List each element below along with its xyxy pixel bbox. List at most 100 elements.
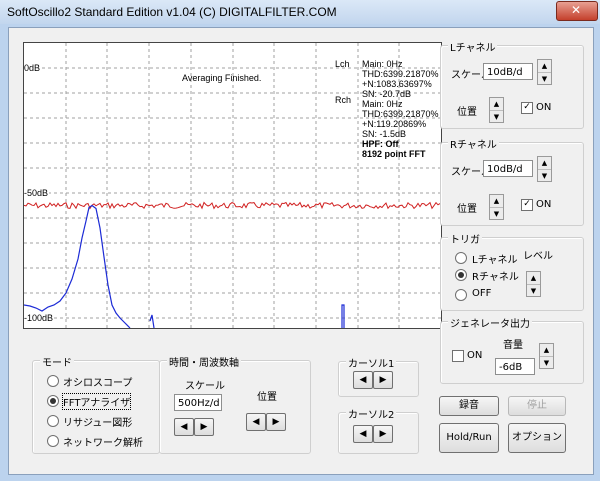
lch-group: Lチャネル スケール 10dB/d ▲ ▼ 位置 ▲ ▼ ✓ ON: [440, 39, 584, 129]
close-icon: ✕: [571, 3, 582, 17]
trigger-off-label: OFF: [472, 288, 492, 299]
rch-on-checkbox[interactable]: ✓: [521, 199, 533, 211]
rch-group: Rチャネル スケール 10dB/d ▲ ▼ 位置 ▲ ▼ ✓ ON: [440, 136, 584, 226]
time-axis-group-title: 時間・周波数軸: [167, 354, 241, 369]
volume-field[interactable]: -6dB: [495, 358, 535, 375]
trigger-lch-label: Lチャネル: [472, 255, 518, 266]
time-pos-right-button[interactable]: ▶: [266, 413, 286, 431]
title-bar: SoftOscillo2 Standard Edition v1.04 (C) …: [0, 0, 600, 24]
mode-lissajous-radio[interactable]: [47, 415, 59, 427]
left-channel-trace: [24, 204, 131, 328]
time-scale-label: スケール: [185, 381, 225, 392]
cursor2-left-button[interactable]: ◀: [353, 425, 373, 443]
lch-group-title: Lチャネル: [448, 39, 498, 54]
mode-fft-radio[interactable]: [47, 395, 59, 407]
down-icon[interactable]: ▼: [538, 169, 551, 182]
trigger-group: トリガ Lチャネル Rチャネル OFF レベル ▲ ▼: [440, 231, 584, 311]
hold-run-button[interactable]: Hold/Run: [439, 423, 499, 453]
close-button[interactable]: ✕: [556, 1, 598, 21]
down-icon[interactable]: ▼: [490, 110, 503, 123]
cursor1-left-button[interactable]: ◀: [353, 371, 373, 389]
mode-fft-label: FFTアナライザ: [61, 393, 132, 410]
left-icon: ◀: [359, 375, 367, 385]
mode-group: モード オシロスコープ FFTアナライザ リサジュー図形 ネットワーク解析: [32, 354, 160, 454]
cursor1-group-title: カーソル1: [346, 355, 397, 370]
mode-lissajous-label: リサジュー図形: [63, 418, 133, 429]
up-icon[interactable]: ▲: [527, 272, 540, 284]
trigger-level-spinner[interactable]: ▲ ▼: [526, 271, 541, 297]
trigger-rch-radio[interactable]: [455, 269, 467, 281]
left-channel-trace-fragment: [149, 314, 155, 328]
lch-pos-spinner[interactable]: ▲ ▼: [489, 97, 504, 123]
trigger-level-label: レベル: [523, 251, 553, 262]
up-icon[interactable]: ▲: [490, 98, 503, 110]
rch-on-label: ON: [536, 199, 552, 210]
up-icon[interactable]: ▲: [538, 157, 551, 169]
cursor2-group: カーソル2 ◀ ▶: [338, 406, 419, 454]
generator-on-label: ON: [467, 350, 483, 361]
app-client-area: 0dB -50dB -100dB Averaging Finished. Lch…: [8, 27, 594, 475]
rch-scale-field[interactable]: 10dB/d: [483, 160, 533, 177]
cursor2-right-button[interactable]: ▶: [373, 425, 393, 443]
volume-label: 音量: [503, 340, 523, 351]
up-icon[interactable]: ▲: [540, 344, 553, 356]
y-label-0db: 0dB: [24, 63, 42, 73]
down-icon[interactable]: ▼: [538, 72, 551, 85]
mode-oscilloscope-radio[interactable]: [47, 375, 59, 387]
lch-on-checkbox[interactable]: ✓: [521, 102, 533, 114]
down-icon[interactable]: ▼: [527, 284, 540, 297]
volume-spinner[interactable]: ▲ ▼: [539, 343, 554, 369]
rch-sn: SN: -1.5dB: [362, 129, 407, 139]
right-channel-trace: [24, 201, 441, 210]
time-pos-left-button[interactable]: ◀: [246, 413, 266, 431]
rch-group-title: Rチャネル: [448, 136, 499, 151]
rch-scale-spinner[interactable]: ▲ ▼: [537, 156, 552, 182]
generator-group: ジェネレータ出力 ON 音量 -6dB ▲ ▼: [440, 315, 584, 384]
mode-group-title: モード: [40, 354, 74, 369]
left-icon: ◀: [180, 422, 188, 432]
rch-label: Rch: [335, 95, 352, 105]
rch-thdn: +N:119.20869%: [362, 119, 427, 129]
time-scale-field[interactable]: 500Hz/d: [174, 394, 222, 411]
left-icon: ◀: [252, 417, 260, 427]
generator-group-title: ジェネレータ出力: [448, 315, 532, 330]
rch-thd: THD:6399.21870%: [362, 109, 439, 119]
cursor2-group-title: カーソル2: [346, 406, 397, 421]
trigger-rch-label: Rチャネル: [472, 272, 519, 283]
lch-pos-label: 位置: [457, 107, 477, 118]
cursor1-group: カーソル1 ◀ ▶: [338, 355, 419, 397]
lch-label: Lch: [335, 59, 350, 69]
status-text: Averaging Finished.: [182, 73, 262, 83]
left-icon: ◀: [359, 429, 367, 439]
lch-scale-spinner[interactable]: ▲ ▼: [537, 59, 552, 85]
lch-main: Main: 0Hz: [362, 59, 403, 69]
trigger-off-radio[interactable]: [455, 289, 467, 301]
lch-scale-field[interactable]: 10dB/d: [483, 63, 533, 80]
record-button[interactable]: 録音: [439, 396, 499, 416]
window-title: SoftOscillo2 Standard Edition v1.04 (C) …: [7, 5, 337, 19]
rch-pos-spinner[interactable]: ▲ ▼: [489, 194, 504, 220]
hpf-status: HPF: Off: [362, 139, 399, 149]
rch-pos-label: 位置: [457, 204, 477, 215]
cursor1-right-button[interactable]: ▶: [373, 371, 393, 389]
time-scale-right-button[interactable]: ▶: [194, 418, 214, 436]
options-button[interactable]: オプション: [508, 423, 566, 453]
mode-network-label: ネットワーク解析: [63, 438, 143, 449]
right-icon: ▶: [379, 429, 387, 439]
left-channel-trace-spike: [341, 304, 345, 328]
down-icon[interactable]: ▼: [490, 207, 503, 220]
right-icon: ▶: [379, 375, 387, 385]
trigger-lch-radio[interactable]: [455, 252, 467, 264]
rch-main: Main: 0Hz: [362, 99, 403, 109]
generator-on-checkbox[interactable]: [452, 350, 464, 362]
time-pos-label: 位置: [257, 392, 277, 403]
up-icon[interactable]: ▲: [538, 60, 551, 72]
trigger-group-title: トリガ: [448, 231, 482, 246]
lch-thdn: +N:1083.63697%: [362, 79, 432, 89]
down-icon[interactable]: ▼: [540, 356, 553, 369]
up-icon[interactable]: ▲: [490, 195, 503, 207]
lch-sn: SN: -20.7dB: [362, 89, 412, 99]
stop-button[interactable]: 停止: [508, 396, 566, 416]
mode-network-radio[interactable]: [47, 435, 59, 447]
time-scale-left-button[interactable]: ◀: [174, 418, 194, 436]
